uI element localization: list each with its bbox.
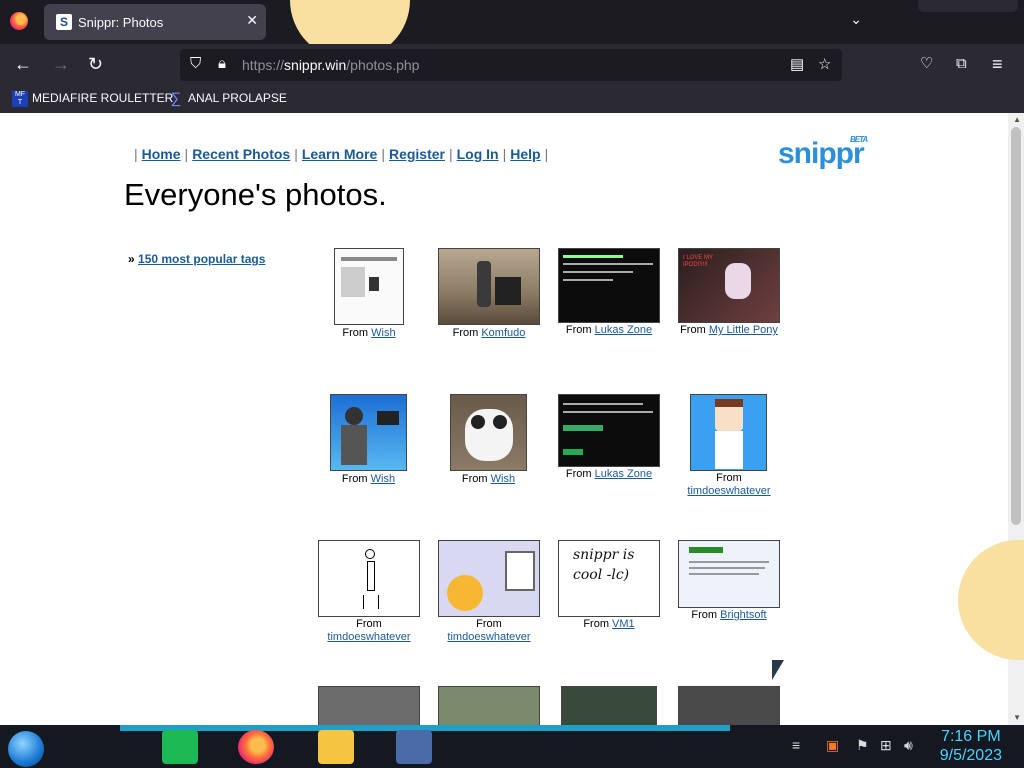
photo-thumbnail[interactable] xyxy=(690,394,767,471)
bookmark-anal-prolapse[interactable]: ∑ ANAL PROLAPSE xyxy=(168,91,287,107)
pocket-icon[interactable]: ♡ xyxy=(920,54,933,74)
photo-thumbnail[interactable] xyxy=(334,248,404,325)
photo-thumbnail[interactable] xyxy=(438,248,540,325)
system-clock[interactable]: 7:16 PM 9/5/2023 xyxy=(940,727,1002,765)
source-link[interactable]: Wish xyxy=(371,327,395,339)
taskbar: ≡ ▣ ⚑ ⊞ 🔊︎ 7:16 PM 9/5/2023 xyxy=(0,725,1024,768)
navigation-toolbar: ← → ↻ ⛉ 🔒︎ https://snippr.win/photos.php… xyxy=(0,44,1024,86)
photo-thumbnail[interactable] xyxy=(318,540,420,617)
page-viewport: | Home | Recent Photos | Learn More | Register |… xyxy=(0,113,1024,725)
clock-date: 9/5/2023 xyxy=(939,747,1002,764)
bookmark-star-icon[interactable]: ☆ xyxy=(818,55,831,73)
photo-thumbnail[interactable] xyxy=(558,248,660,323)
source-link[interactable]: VM1 xyxy=(612,618,635,630)
source-link[interactable]: My Little Pony xyxy=(709,324,778,336)
page-title: Everyone's photos. xyxy=(124,177,387,212)
network-icon[interactable]: ⊞ xyxy=(880,737,892,754)
app-window-icon[interactable] xyxy=(396,730,432,764)
photo-caption: From Wish xyxy=(461,473,516,485)
photo-thumbnail[interactable] xyxy=(438,686,540,725)
photo-caption: From Lukas Zone xyxy=(565,468,653,480)
source-link[interactable]: Brightsoft xyxy=(720,609,766,621)
photo-thumbnail[interactable]: snippr is cool -lc) xyxy=(558,540,660,617)
firefox-icon[interactable] xyxy=(10,12,28,30)
menu-icon[interactable]: ≡ xyxy=(992,54,1003,74)
tray-expand-icon[interactable]: ≡ xyxy=(792,737,800,753)
snippr-logo[interactable]: snippr BETA xyxy=(778,135,868,171)
reload-icon[interactable]: ↻ xyxy=(88,54,103,74)
source-link[interactable]: Komfudo xyxy=(481,327,525,339)
photo-thumbnail[interactable] xyxy=(318,686,420,725)
mediafire-icon: MF T xyxy=(12,91,28,107)
window-controls[interactable] xyxy=(918,0,1018,12)
beta-label: BETA xyxy=(850,135,868,144)
back-arrow-icon[interactable]: ← xyxy=(14,54,32,74)
tab-bar: S Snippr: Photos ✕ ⌄ xyxy=(0,0,1024,60)
nav-recent-photos-link[interactable]: Recent Photos xyxy=(192,146,290,162)
scroll-down-icon[interactable]: ▼ xyxy=(1013,713,1021,722)
photo-caption: From Wish xyxy=(342,327,396,339)
photo-caption: From Wish xyxy=(341,473,396,485)
mouse-cursor-icon xyxy=(772,660,784,680)
scroll-thumb[interactable] xyxy=(1011,127,1021,525)
snippr-favicon-icon: S xyxy=(56,14,72,30)
forward-arrow-icon[interactable]: → xyxy=(52,54,70,74)
nav-home-link[interactable]: Home xyxy=(142,146,181,162)
photo-thumbnail[interactable]: I LOVE MY IPOD!!!!!! xyxy=(678,248,780,323)
start-button[interactable] xyxy=(8,731,44,767)
photo-thumbnail[interactable] xyxy=(558,394,660,467)
photo-thumbnail[interactable] xyxy=(450,394,527,471)
url-bar[interactable]: ⛉ 🔒︎ https://snippr.win/photos.php ▤ ☆ xyxy=(180,49,842,81)
spotify-icon[interactable] xyxy=(162,730,198,764)
photo-caption: From VM1 xyxy=(583,618,635,630)
close-tab-icon[interactable]: ✕ xyxy=(246,12,258,29)
tray-app-icon[interactable]: ▣ xyxy=(826,737,839,754)
photo-caption: From timdoeswhatever xyxy=(447,618,531,643)
file-explorer-icon[interactable] xyxy=(318,730,354,764)
scroll-up-icon[interactable]: ▲ xyxy=(1013,115,1021,124)
nav-learn-more-link[interactable]: Learn More xyxy=(302,146,377,162)
photo-thumbnail[interactable] xyxy=(678,540,780,608)
photo-thumbnail[interactable] xyxy=(561,686,657,725)
source-link[interactable]: timdoeswhatever xyxy=(327,631,410,643)
shield-icon[interactable]: ⛉ xyxy=(190,55,201,72)
tab-title: Snippr: Photos xyxy=(78,15,164,30)
nav-register-link[interactable]: Register xyxy=(389,146,445,162)
bookmarks-toolbar: MF T MEDIAFIRE ROULETTER ∑ ANAL PROLAPSE xyxy=(0,86,1024,113)
source-link[interactable]: Lukas Zone xyxy=(595,468,652,480)
bookmark-mediafire[interactable]: MF T MEDIAFIRE ROULETTER xyxy=(12,91,173,107)
tab-snippr-photos[interactable]: S Snippr: Photos ✕ xyxy=(44,4,266,40)
photo-caption: From Komfudo xyxy=(452,327,526,339)
popular-tags-link[interactable]: 150 most popular tags xyxy=(138,252,265,266)
nav-help-link[interactable]: Help xyxy=(510,146,540,162)
photo-thumbnail[interactable] xyxy=(678,686,780,725)
lock-icon[interactable]: 🔒︎ xyxy=(218,55,226,72)
source-link[interactable]: Lukas Zone xyxy=(595,324,652,336)
photo-thumbnail[interactable] xyxy=(330,394,407,471)
sigma-icon: ∑ xyxy=(170,90,182,107)
popular-tags: » 150 most popular tags xyxy=(128,252,266,266)
photo-caption: From timdoeswhatever xyxy=(327,618,411,643)
flag-icon[interactable]: ⚑ xyxy=(856,737,869,754)
firefox-taskbar-icon[interactable] xyxy=(238,730,274,764)
photo-caption: From Lukas Zone xyxy=(565,324,653,336)
source-link[interactable]: timdoeswhatever xyxy=(687,485,770,497)
source-link[interactable]: Wish xyxy=(371,473,395,485)
thumb-caption: I LOVE MY IPOD!!!!!! xyxy=(683,255,713,268)
thumb-caption: snippr is cool -lc) xyxy=(573,547,635,583)
photo-thumbnail[interactable] xyxy=(438,540,540,617)
photo-caption: From My Little Pony xyxy=(680,324,778,336)
url-text[interactable]: https://snippr.win/photos.php xyxy=(242,57,419,73)
site-nav: | Home | Recent Photos | Learn More | Register |… xyxy=(134,146,549,162)
photo-caption: From Brightsoft xyxy=(691,609,767,621)
extensions-icon[interactable]: ⧉ xyxy=(956,54,967,74)
chevron-down-icon[interactable]: ⌄ xyxy=(850,11,862,28)
clock-time: 7:16 PM xyxy=(941,728,1001,745)
photo-caption: From timdoeswhatever xyxy=(687,472,771,497)
source-link[interactable]: timdoeswhatever xyxy=(447,631,530,643)
volume-icon[interactable]: 🔊︎ xyxy=(904,737,913,754)
source-link[interactable]: Wish xyxy=(491,473,515,485)
nav-login-link[interactable]: Log In xyxy=(457,146,499,162)
reader-view-icon[interactable]: ▤ xyxy=(790,55,804,73)
